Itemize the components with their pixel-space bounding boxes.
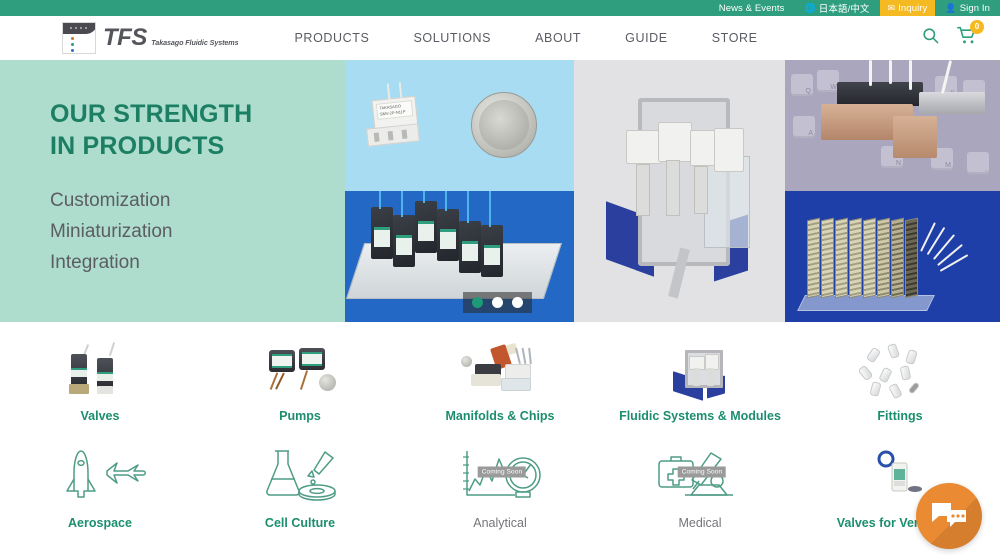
hero-text-panel: OUR STRENGTH IN PRODUCTS Customization M… (0, 60, 345, 322)
nav-item-about[interactable]: ABOUT (535, 25, 581, 51)
valves-icon (40, 342, 160, 398)
hero-heading-line1: OUR STRENGTH (50, 100, 253, 128)
envelope-icon: ✉ (887, 2, 896, 13)
category-label-manifolds-chips: Manifolds & Chips (445, 409, 555, 423)
hero-bullet-miniaturization: Miniaturization (50, 220, 173, 242)
aerospace-icon (45, 445, 155, 505)
category-label-fluidic-systems: Fluidic Systems & Modules (619, 409, 781, 423)
manifolds-chips-icon (440, 342, 560, 398)
category-fittings[interactable]: Fittings (800, 336, 1000, 425)
category-aerospace[interactable]: Aerospace (0, 439, 200, 532)
category-fluidic-systems[interactable]: Fluidic Systems & Modules (600, 336, 800, 425)
medical-icon: Coming Soon (645, 445, 755, 505)
category-row-1: Valves Pumps Manifolds & Chips Fluidic S… (0, 336, 1000, 425)
category-label-valves: Valves (80, 409, 120, 423)
inquiry-link[interactable]: ✉ Inquiry (879, 0, 936, 16)
micro-valve-and-coin-photo: TAKASAGO SMV-2P-N11P (345, 60, 574, 191)
site-logo[interactable]: TFS Takasago Fluidic Systems (62, 22, 239, 54)
valve-manifolds-keyboard-photo: Q W K L A N M , (785, 60, 1000, 191)
sign-in-label: Sign In (959, 2, 990, 14)
analytical-icon: Coming Soon (445, 445, 555, 505)
hero-column-2 (574, 60, 785, 322)
category-label-fittings: Fittings (877, 409, 923, 423)
person-icon: 👤 (945, 2, 957, 13)
news-and-events-label: News & Events (718, 2, 785, 14)
category-grid: Valves Pumps Manifolds & Chips Fluidic S… (0, 322, 1000, 557)
tfs-logo-icon (62, 22, 96, 54)
category-row-2: Aerospace Cell Culture Coming Soon Analy… (0, 439, 1000, 532)
nav-item-products[interactable]: PRODUCTS (295, 25, 370, 51)
language-label: 日本語/中文 (818, 4, 870, 15)
hero-bullet-integration: Integration (50, 251, 140, 273)
chat-bubble-icon (932, 503, 966, 527)
cell-culture-icon (245, 445, 355, 505)
hero-bullet-customization: Customization (50, 190, 171, 211)
site-header: TFS Takasago Fluidic Systems PRODUCTS SO… (0, 16, 1000, 60)
hero-heading: OUR STRENGTH IN PRODUCTS (50, 98, 345, 162)
valve-manifold-blue-photo (345, 191, 574, 322)
quarter-coin (471, 92, 537, 158)
category-label-cell-culture: Cell Culture (264, 516, 336, 531)
fluidic-systems-icon (640, 342, 760, 401)
hero-carousel-dots (463, 292, 532, 313)
language-switch-link[interactable]: 🌐 日本語/中文 (794, 0, 879, 16)
category-label-aerospace: Aerospace (68, 516, 132, 531)
nav-item-guide[interactable]: GUIDE (625, 25, 668, 51)
category-medical[interactable]: Coming Soon Medical (600, 439, 800, 532)
pumps-icon (240, 342, 360, 398)
hero-heading-line2: IN PRODUCTS (50, 132, 225, 160)
nav-item-solutions[interactable]: SOLUTIONS (413, 25, 491, 51)
header-actions: 0 (921, 19, 984, 51)
carousel-dot-3[interactable] (512, 297, 523, 308)
fluidic-system-module-photo (574, 60, 785, 322)
category-analytical[interactable]: Coming Soon Analytical (400, 439, 600, 532)
valve-array-blue-photo (785, 191, 1000, 322)
inquiry-label: Inquiry (898, 2, 928, 14)
logo-tagline-text: Takasago Fluidic Systems (151, 38, 239, 47)
category-manifolds-chips[interactable]: Manifolds & Chips (400, 336, 600, 425)
news-and-events-link[interactable]: News & Events (709, 0, 795, 16)
coming-soon-badge: Coming Soon (677, 466, 727, 478)
micro-valve-label: TAKASAGO SMV-2P-N11P (375, 100, 414, 120)
hero-image-collage: TAKASAGO SMV-2P-N11P Q W A N M , (345, 60, 1000, 322)
cart-icon[interactable]: 0 (956, 19, 984, 51)
hero-bullet-list: Customization Miniaturization Integratio… (50, 186, 345, 278)
fittings-icon (840, 342, 960, 400)
coming-soon-badge: Coming Soon (477, 466, 527, 478)
sign-in-link[interactable]: 👤 Sign In (935, 0, 1000, 16)
hero-column-3: Q W K L A N M , (785, 60, 1000, 322)
chat-widget-button[interactable] (916, 483, 982, 549)
carousel-dot-1[interactable] (472, 297, 483, 308)
carousel-dot-2[interactable] (492, 297, 503, 308)
nav-item-store[interactable]: STORE (712, 25, 758, 51)
micro-valve-base (366, 123, 420, 147)
category-valves[interactable]: Valves (0, 336, 200, 425)
category-label-pumps: Pumps (279, 409, 321, 423)
category-label-analytical: Analytical (473, 516, 527, 531)
top-utility-bar: News & Events 🌐 日本語/中文 ✉ Inquiry 👤 Sign … (0, 0, 1000, 16)
globe-icon: 🌐 (804, 2, 816, 13)
search-icon[interactable] (921, 26, 940, 50)
hero-column-1: TAKASAGO SMV-2P-N11P (345, 60, 574, 322)
category-pumps[interactable]: Pumps (200, 336, 400, 425)
category-label-medical: Medical (678, 516, 722, 531)
hero-section: OUR STRENGTH IN PRODUCTS Customization M… (0, 60, 1000, 322)
main-navigation: PRODUCTS SOLUTIONS ABOUT GUIDE STORE (295, 25, 758, 51)
category-cell-culture[interactable]: Cell Culture (200, 439, 400, 532)
cart-count-badge: 0 (970, 19, 984, 34)
logo-brand-text: TFS (103, 24, 147, 51)
